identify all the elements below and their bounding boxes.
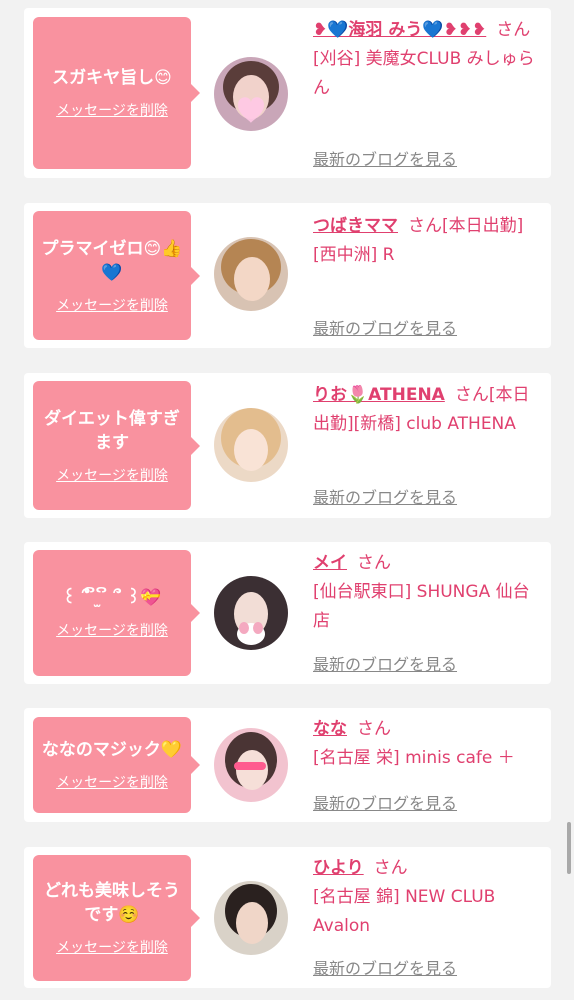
latest-blog-link[interactable]: 最新のブログを見る	[313, 651, 457, 675]
delete-message-link[interactable]: メッセージを削除	[56, 295, 168, 315]
message-card: どれも美味しそうです☺️ メッセージを削除 ひより さん [名古屋 錦] NEW …	[24, 847, 551, 988]
cast-name-link[interactable]: ひより	[313, 858, 364, 878]
message-bubble: プラマイゼロ😊👍💙 メッセージを削除	[33, 211, 200, 340]
delete-message-link[interactable]: メッセージを削除	[56, 100, 168, 120]
honorific: さん	[496, 20, 531, 40]
avatar[interactable]	[214, 881, 288, 955]
honorific: さん	[373, 858, 408, 878]
latest-blog-link[interactable]: 最新のブログを見る	[313, 955, 457, 979]
cast-info: ひより さん [名古屋 錦] NEW CLUB Avalon	[313, 854, 539, 941]
message-card: スガキヤ旨し😊 メッセージを削除 ❥💙海羽 みう💙❥❥❥ さん [刈谷] 美魔女C…	[24, 8, 551, 178]
message-bubble: ななのマジック💛 メッセージを削除	[33, 717, 200, 813]
shop-info: [名古屋 栄] minis cafe ＋	[313, 748, 515, 768]
cast-name-link[interactable]: なな	[313, 719, 347, 739]
delete-message-link[interactable]: メッセージを削除	[56, 772, 168, 792]
honorific: さん	[408, 216, 442, 236]
message-text: ダイエット偉すぎます	[44, 408, 180, 453]
cast-info: メイ さん [仙台駅東口] SHUNGA 仙台店	[313, 549, 539, 636]
avatar[interactable]	[214, 576, 288, 650]
avatar[interactable]	[214, 728, 288, 802]
message-card: ななのマジック💛 メッセージを削除 なな さん [名古屋 栄] minis caf…	[24, 708, 551, 822]
message-bubble: ダイエット偉すぎます メッセージを削除	[33, 381, 200, 510]
shop-info: [仙台駅東口] SHUNGA 仙台店	[313, 582, 530, 631]
message-card: ダイエット偉すぎます メッセージを削除 りお🌷ATHENA さん[本日出勤][新橋…	[24, 373, 551, 518]
cast-info: つばきママ さん[本日出勤][西中洲] R	[313, 212, 539, 270]
latest-blog-link[interactable]: 最新のブログを見る	[313, 790, 457, 814]
message-text: プラマイゼロ😊👍💙	[41, 238, 183, 283]
cast-info: りお🌷ATHENA さん[本日出勤][新橋] club ATHENA	[313, 381, 539, 439]
delete-message-link[interactable]: メッセージを削除	[56, 620, 168, 640]
honorific: さん	[357, 553, 391, 573]
message-bubble: ꒰ ՞ ິ ̫ ິ ՞ ꒱💝 メッセージを削除	[33, 550, 200, 676]
message-card: プラマイゼロ😊👍💙 メッセージを削除 つばきママ さん[本日出勤][西中洲] R …	[24, 203, 551, 348]
message-text: スガキヤ旨し😊	[52, 68, 172, 88]
shop-info: [名古屋 錦] NEW CLUB Avalon	[313, 887, 496, 936]
cast-info: なな さん [名古屋 栄] minis cafe ＋	[313, 715, 539, 773]
message-text: ななのマジック💛	[41, 740, 183, 760]
honorific: さん	[357, 719, 391, 739]
delete-message-link[interactable]: メッセージを削除	[56, 465, 168, 485]
latest-blog-link[interactable]: 最新のブログを見る	[313, 315, 457, 339]
avatar[interactable]	[214, 408, 288, 482]
avatar[interactable]	[214, 57, 288, 131]
cast-name-link[interactable]: ❥💙海羽 みう💙❥❥❥	[313, 20, 486, 40]
message-bubble: スガキヤ旨し😊 メッセージを削除	[33, 17, 200, 169]
latest-blog-link[interactable]: 最新のブログを見る	[313, 484, 457, 508]
honorific: さん	[454, 385, 489, 405]
scrollbar[interactable]	[567, 822, 571, 874]
delete-message-link[interactable]: メッセージを削除	[56, 937, 168, 957]
cast-info: ❥💙海羽 みう💙❥❥❥ さん [刈谷] 美魔女CLUB みしゅらん	[313, 16, 539, 103]
message-text: どれも美味しそうです☺️	[44, 881, 180, 925]
shop-info: [刈谷] 美魔女CLUB みしゅらん	[313, 49, 535, 98]
cast-name-link[interactable]: メイ	[313, 553, 347, 573]
message-card: ꒰ ՞ ິ ̫ ິ ՞ ꒱💝 メッセージを削除 メイ さん [仙台駅東口] SHU…	[24, 542, 551, 684]
cast-name-link[interactable]: つばきママ	[313, 216, 398, 236]
message-bubble: どれも美味しそうです☺️ メッセージを削除	[33, 855, 200, 981]
message-text: ꒰ ՞ ິ ̫ ິ ՞ ꒱💝	[62, 588, 162, 608]
avatar[interactable]	[214, 237, 288, 311]
latest-blog-link[interactable]: 最新のブログを見る	[313, 146, 457, 170]
cast-name-link[interactable]: りお🌷ATHENA	[313, 385, 445, 405]
